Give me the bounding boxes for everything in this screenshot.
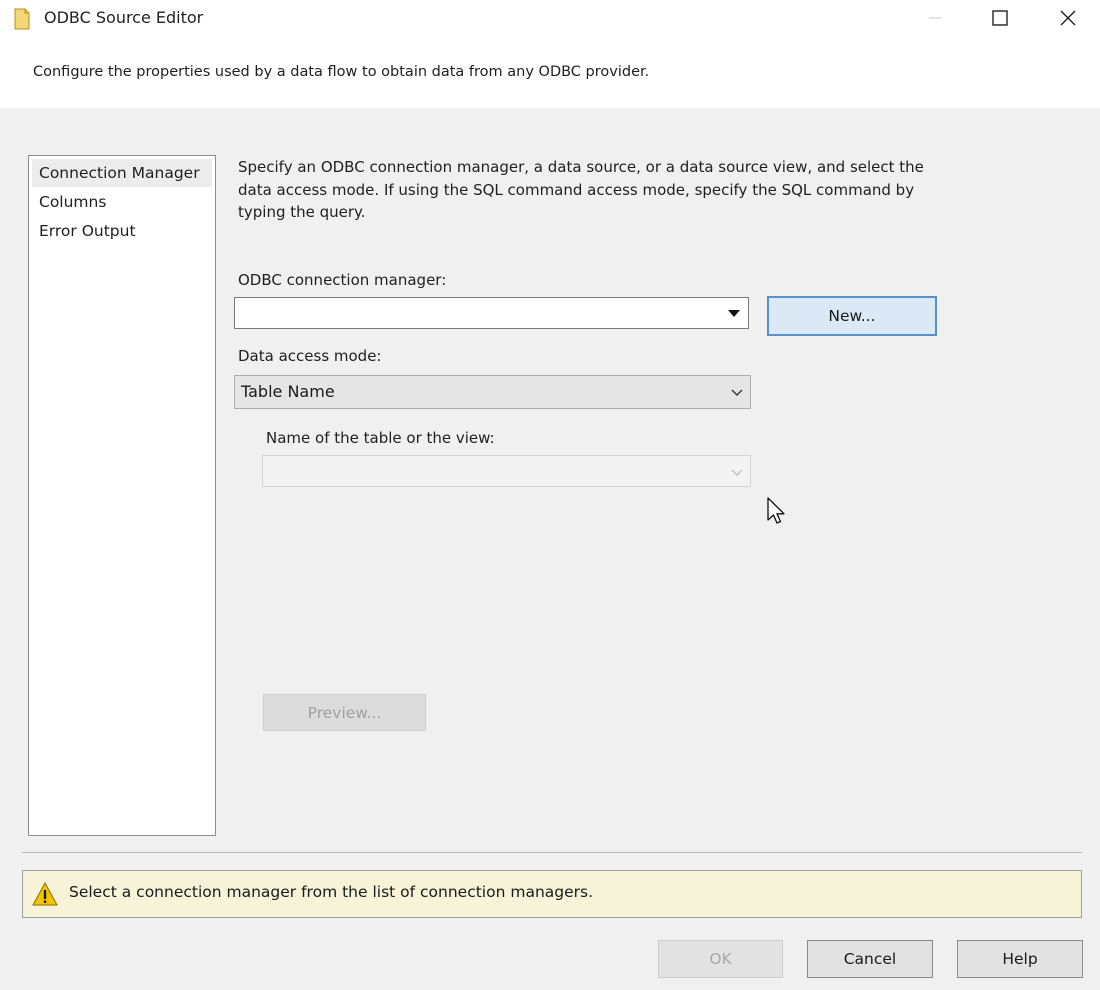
connection-dropdown-button[interactable] [721,300,747,326]
odbc-source-editor-dialog: ODBC Source Editor Configure the propert… [0,0,1100,990]
access-mode-select[interactable]: Table Name [234,375,751,409]
close-icon [1060,10,1076,26]
title-bar: ODBC Source Editor [0,0,1100,38]
maximize-icon [992,10,1008,26]
nav-item-error-output[interactable]: Error Output [32,217,212,245]
separator [22,852,1082,853]
document-icon [14,8,30,30]
nav-item-connection-manager[interactable]: Connection Manager [32,159,212,187]
window-title: ODBC Source Editor [44,8,204,27]
connection-manager-label: ODBC connection manager: [238,271,447,289]
access-mode-value: Table Name [241,382,335,401]
mouse-cursor-icon [767,497,785,524]
close-button[interactable] [1036,0,1100,36]
header-description: Configure the properties used by a data … [33,64,650,80]
intro-text: Specify an ODBC connection manager, a da… [238,158,924,221]
chevron-down-icon [731,389,743,396]
dropdown-arrow-icon [728,310,740,317]
minimize-icon [929,17,941,19]
connection-manager-combo[interactable] [234,297,749,329]
cancel-button[interactable]: Cancel [807,940,933,978]
status-bar: Select a connection manager from the lis… [22,870,1082,918]
warning-icon [32,881,58,906]
status-message: Select a connection manager from the lis… [69,883,594,901]
chevron-down-icon [731,469,743,476]
access-mode-label: Data access mode: [238,347,382,365]
maximize-button[interactable] [968,0,1032,36]
new-connection-button[interactable]: New... [767,296,937,336]
minimize-button[interactable] [903,0,967,36]
table-name-select[interactable] [262,455,751,487]
nav-item-columns[interactable]: Columns [32,188,212,216]
navigation-panel: Connection Manager Columns Error Output [28,155,216,836]
preview-button[interactable]: Preview... [263,694,426,731]
ok-button[interactable]: OK [658,940,783,978]
help-button[interactable]: Help [957,940,1083,978]
table-name-label: Name of the table or the view: [266,429,495,447]
